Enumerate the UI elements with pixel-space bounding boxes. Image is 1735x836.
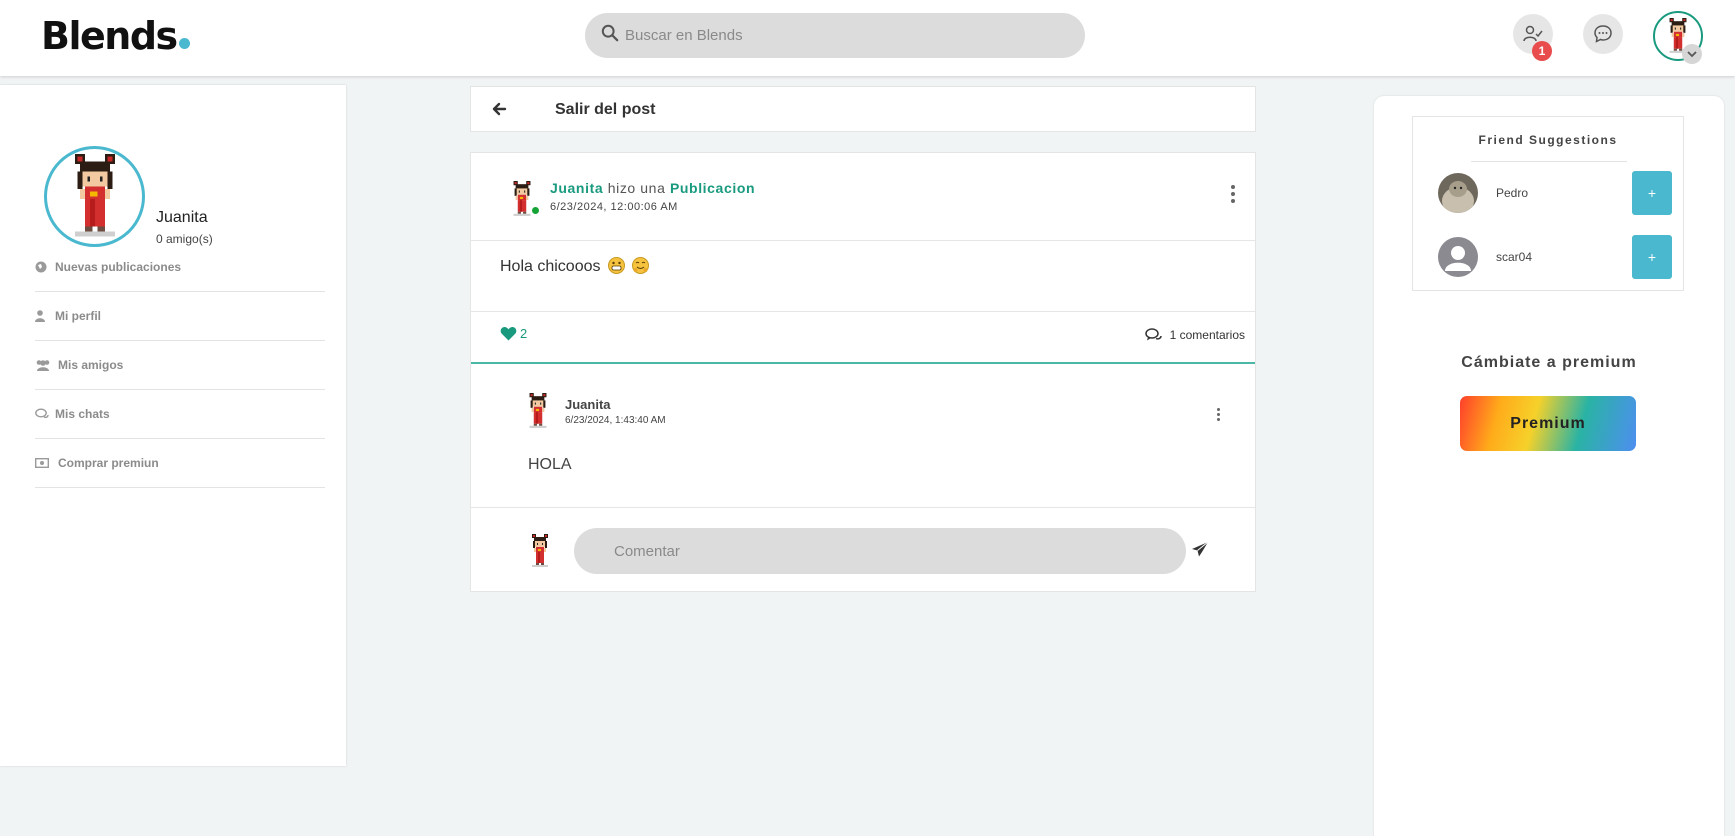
add-friend-button[interactable]: +	[1632, 171, 1672, 215]
post-author-name[interactable]: Juanita	[550, 180, 603, 196]
like-count: 2	[520, 326, 528, 341]
search-icon	[601, 24, 619, 42]
friend-suggestions-title: Friend Suggestions	[1478, 133, 1618, 147]
sidebar-item-label: Mi perfil	[55, 309, 102, 323]
suggestion-row: scar04 +	[1413, 235, 1683, 279]
left-sidebar: Juanita 0 amigo(s) Nuevas publicaciones …	[0, 85, 346, 766]
current-user-avatar	[530, 534, 550, 568]
sidebar-item-mi-perfil[interactable]: Mi perfil	[35, 292, 325, 341]
logo-text: Blends	[41, 14, 178, 58]
post-options-icon[interactable]	[1231, 185, 1235, 203]
avatar-image	[70, 154, 120, 239]
suggestion-avatar[interactable]	[1438, 173, 1478, 213]
add-friend-button[interactable]: +	[1632, 235, 1672, 279]
suggestion-row: Pedro +	[1413, 171, 1683, 215]
sidebar-item-nuevas-publicaciones[interactable]: Nuevas publicaciones	[35, 243, 325, 292]
post-body: Hola chicooos	[500, 257, 650, 276]
post-action-text: hizo una	[607, 180, 666, 196]
sidebar-menu: Nuevas publicaciones Mi perfil Mis amigo…	[35, 243, 325, 488]
like-button[interactable]: 2	[500, 326, 527, 341]
chat-bubble-icon	[1594, 25, 1612, 43]
right-sidebar: Friend Suggestions Pedro + scar04 + Cámb…	[1374, 96, 1724, 836]
money-icon	[35, 458, 58, 468]
comment-composer	[471, 508, 1255, 593]
sidebar-item-comprar-premiun[interactable]: Comprar premiun	[35, 439, 325, 488]
comment-author-avatar[interactable]	[526, 393, 550, 429]
chat-icon	[35, 408, 55, 420]
send-icon[interactable]	[1191, 541, 1209, 558]
sidebar-item-mis-amigos[interactable]: Mis amigos	[35, 341, 325, 390]
comment-item: Juanita 6/23/2024, 1:43:40 AM HOLA	[471, 364, 1255, 508]
comments-count: 1 comentarios	[1169, 328, 1245, 342]
search-input[interactable]	[625, 13, 1065, 58]
suggestion-name[interactable]: Pedro	[1496, 186, 1528, 200]
sidebar-item-label: Nuevas publicaciones	[55, 260, 182, 274]
arrow-left-icon[interactable]	[491, 101, 507, 117]
premium-heading: Cámbiate a premium	[1461, 354, 1637, 371]
post-type: Publicacion	[669, 180, 756, 196]
comment-input[interactable]	[574, 528, 1186, 574]
sidebar-item-label: Mis chats	[55, 407, 110, 421]
comment-options-icon[interactable]	[1217, 408, 1220, 421]
hugging-emoji-icon	[632, 257, 650, 274]
comments-icon	[1144, 328, 1162, 341]
profile-name[interactable]: Juanita	[156, 209, 208, 227]
suggestion-avatar[interactable]	[1438, 237, 1478, 277]
users-icon	[35, 359, 58, 371]
post-text: Hola chicooos	[500, 258, 601, 275]
online-status-dot	[531, 206, 540, 215]
premium-button[interactable]: Premium	[1460, 396, 1636, 451]
suggestion-name[interactable]: scar04	[1496, 250, 1532, 264]
friend-suggestions-card: Friend Suggestions Pedro + scar04 +	[1412, 116, 1684, 291]
grinning-emoji-icon	[607, 257, 625, 274]
comment-text: HOLA	[528, 456, 572, 473]
heart-icon	[500, 326, 517, 341]
post-header: Juanita hizo una Publicacion 6/23/2024, …	[471, 153, 1255, 241]
sidebar-item-mis-chats[interactable]: Mis chats	[35, 390, 325, 439]
back-bar: Salir del post	[470, 86, 1256, 132]
post-timestamp: 6/23/2024, 12:00:06 AM	[550, 201, 678, 213]
comments-toggle[interactable]: 1 comentarios	[1144, 328, 1245, 342]
sidebar-item-label: Comprar premiun	[58, 456, 159, 470]
comment-timestamp: 6/23/2024, 1:43:40 AM	[565, 415, 666, 426]
logo-dot	[178, 38, 190, 49]
divider	[1471, 161, 1627, 162]
comment-author-name[interactable]: Juanita	[565, 397, 611, 412]
notification-badge: 1	[1532, 41, 1552, 61]
messages-button[interactable]	[1583, 14, 1623, 54]
logo[interactable]: Blends	[41, 14, 190, 58]
search-bar[interactable]	[585, 13, 1085, 58]
post-stats-bar: 2 1 comentarios	[471, 311, 1255, 364]
user-icon	[35, 310, 55, 322]
profile-avatar[interactable]	[44, 146, 145, 247]
post-author-line: Juanita hizo una Publicacion	[550, 180, 755, 196]
globe-icon	[35, 261, 55, 273]
post-card: Juanita hizo una Publicacion 6/23/2024, …	[470, 152, 1256, 592]
back-bar-title[interactable]: Salir del post	[555, 101, 655, 119]
chevron-down-icon[interactable]	[1682, 44, 1702, 64]
sidebar-item-label: Mis amigos	[58, 358, 124, 372]
top-header: Blends 1	[0, 0, 1735, 76]
default-user-icon	[1438, 237, 1478, 277]
